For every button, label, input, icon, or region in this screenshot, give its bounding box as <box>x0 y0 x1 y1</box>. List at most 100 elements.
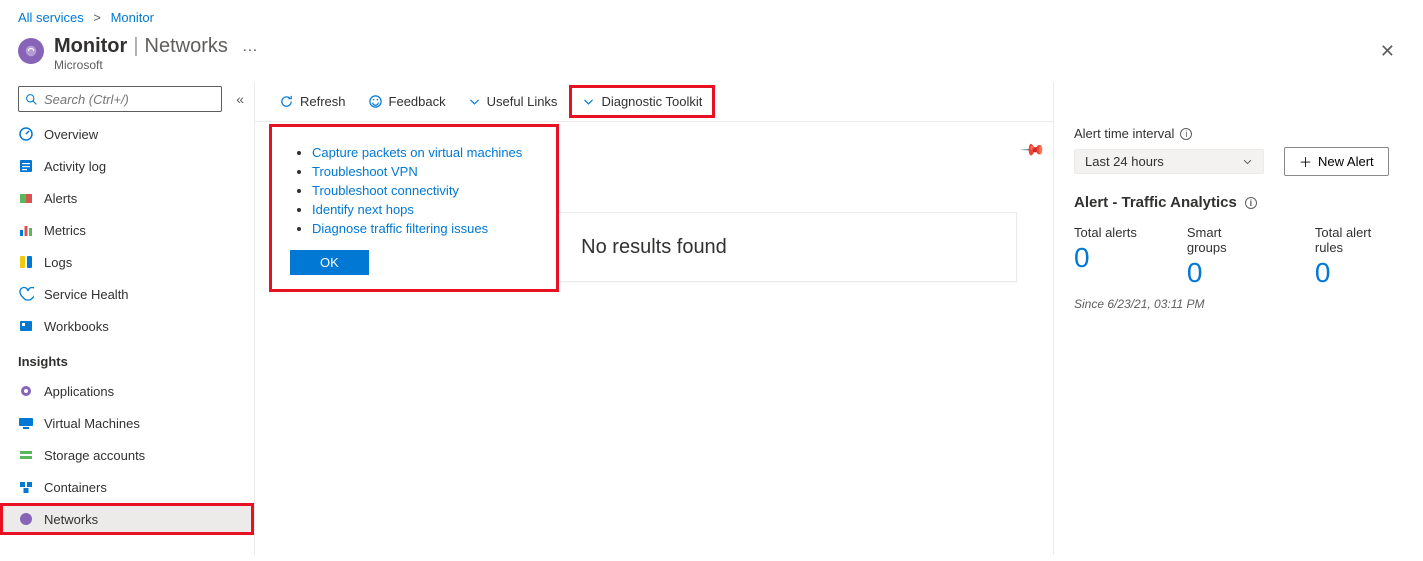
sidebar-item-label: Networks <box>44 512 98 527</box>
service-health-icon <box>18 286 34 302</box>
chevron-down-icon <box>1242 156 1253 167</box>
search-input[interactable] <box>44 92 215 107</box>
popup-link-troubleshoot-connectivity[interactable]: Troubleshoot connectivity <box>312 183 459 198</box>
metric-smart-groups: Smart groups 0 <box>1187 225 1265 289</box>
sidebar-item-containers[interactable]: Containers <box>0 471 254 503</box>
networks-icon <box>18 511 34 527</box>
workbooks-icon <box>18 318 34 334</box>
metric-total-alerts: Total alerts 0 <box>1074 225 1137 289</box>
popup-item: Troubleshoot VPN <box>312 162 538 181</box>
alerts-icon <box>18 190 34 206</box>
since-text: Since 6/23/21, 03:11 PM <box>1074 297 1403 311</box>
sidebar-item-label: Containers <box>44 480 107 495</box>
chevron-down-icon <box>468 95 481 108</box>
feedback-button[interactable]: Feedback <box>358 88 456 115</box>
monitor-app-icon <box>18 38 44 64</box>
metric-label: Total alert rules <box>1315 225 1403 255</box>
logs-icon <box>18 254 34 270</box>
sidebar-item-label: Logs <box>44 255 72 270</box>
virtual-machines-icon <box>18 415 34 431</box>
sidebar-item-storage-accounts[interactable]: Storage accounts <box>0 439 254 471</box>
close-icon[interactable]: ✕ <box>1370 35 1405 68</box>
diagnostic-toolkit-popup: Capture packets on virtual machines Trou… <box>269 124 559 292</box>
title-separator: | <box>133 35 138 58</box>
main-content: Refresh Feedback Useful Links Diagnostic… <box>255 82 1423 555</box>
useful-links-button[interactable]: Useful Links <box>458 88 568 115</box>
sidebar: « Overview Activity log Alerts Metrics L… <box>0 82 255 555</box>
metric-total-alert-rules: Total alert rules 0 <box>1315 225 1403 289</box>
popup-link-identify-next-hops[interactable]: Identify next hops <box>312 202 414 217</box>
applications-icon <box>18 383 34 399</box>
alert-interval-label: Alert time interval <box>1074 126 1174 141</box>
containers-icon <box>18 479 34 495</box>
sidebar-item-alerts[interactable]: Alerts <box>0 182 254 214</box>
sidebar-item-label: Activity log <box>44 159 106 174</box>
ok-button[interactable]: OK <box>290 250 369 275</box>
search-icon <box>25 93 38 106</box>
toolbar: Refresh Feedback Useful Links Diagnostic… <box>255 82 1053 122</box>
sidebar-section-insights: Insights <box>0 342 254 375</box>
sidebar-item-label: Workbooks <box>44 319 109 334</box>
collapse-sidebar-icon[interactable]: « <box>230 91 250 107</box>
sidebar-item-activity-log[interactable]: Activity log <box>0 150 254 182</box>
sidebar-item-networks[interactable]: Networks <box>0 503 254 535</box>
popup-link-diagnose-traffic[interactable]: Diagnose traffic filtering issues <box>312 221 488 236</box>
sidebar-item-applications[interactable]: Applications <box>0 375 254 407</box>
popup-link-capture-packets[interactable]: Capture packets on virtual machines <box>312 145 522 160</box>
alert-interval-value: Last 24 hours <box>1085 154 1164 169</box>
breadcrumb-separator: > <box>87 10 107 25</box>
sidebar-item-label: Storage accounts <box>44 448 145 463</box>
feedback-label: Feedback <box>389 94 446 109</box>
refresh-button[interactable]: Refresh <box>269 88 356 115</box>
sidebar-item-label: Virtual Machines <box>44 416 140 431</box>
overview-icon <box>18 126 34 142</box>
info-icon[interactable]: i <box>1245 197 1257 209</box>
sidebar-item-label: Service Health <box>44 287 129 302</box>
breadcrumb-root[interactable]: All services <box>18 10 84 25</box>
alert-interval-select[interactable]: Last 24 hours <box>1074 149 1264 174</box>
alert-section-title: Alert - Traffic Analytics <box>1074 194 1237 211</box>
popup-item: Diagnose traffic filtering issues <box>312 219 538 238</box>
activity-log-icon <box>18 158 34 174</box>
search-input-wrap[interactable] <box>18 86 222 112</box>
sidebar-item-label: Metrics <box>44 223 86 238</box>
metric-label: Total alerts <box>1074 225 1137 240</box>
popup-item: Troubleshoot connectivity <box>312 181 538 200</box>
sidebar-item-workbooks[interactable]: Workbooks <box>0 310 254 342</box>
page-section: Networks <box>145 35 228 58</box>
info-icon[interactable]: i <box>1180 128 1192 140</box>
sidebar-item-label: Overview <box>44 127 98 142</box>
metric-value[interactable]: 0 <box>1315 257 1403 289</box>
breadcrumb-current[interactable]: Monitor <box>111 10 154 25</box>
refresh-label: Refresh <box>300 94 346 109</box>
sidebar-item-virtual-machines[interactable]: Virtual Machines <box>0 407 254 439</box>
sidebar-item-metrics[interactable]: Metrics <box>0 214 254 246</box>
page-subtitle: Microsoft <box>54 58 258 72</box>
sidebar-item-service-health[interactable]: Service Health <box>0 278 254 310</box>
popup-item: Identify next hops <box>312 200 538 219</box>
sidebar-item-overview[interactable]: Overview <box>0 118 254 150</box>
metric-value[interactable]: 0 <box>1187 257 1265 289</box>
feedback-icon <box>368 94 383 109</box>
alerts-panel: Alert time interval i Last 24 hours ＋ Ne… <box>1053 82 1423 555</box>
more-menu-icon[interactable]: … <box>234 38 258 56</box>
metric-value[interactable]: 0 <box>1074 242 1137 274</box>
page-title: Monitor <box>54 35 127 58</box>
page-header: Monitor | Networks … Microsoft ✕ <box>0 29 1423 82</box>
refresh-icon <box>279 94 294 109</box>
storage-accounts-icon <box>18 447 34 463</box>
metric-label: Smart groups <box>1187 225 1265 255</box>
sidebar-item-logs[interactable]: Logs <box>0 246 254 278</box>
new-alert-button[interactable]: ＋ New Alert <box>1284 147 1389 176</box>
plus-icon: ＋ <box>1299 152 1312 171</box>
metrics-icon <box>18 222 34 238</box>
diagnostic-toolkit-button[interactable]: Diagnostic Toolkit <box>569 85 715 118</box>
useful-links-label: Useful Links <box>487 94 558 109</box>
new-alert-label: New Alert <box>1318 154 1374 169</box>
sidebar-item-label: Alerts <box>44 191 77 206</box>
pin-icon[interactable]: 📌 <box>1019 136 1047 164</box>
sidebar-item-label: Applications <box>44 384 114 399</box>
chevron-down-icon <box>582 95 595 108</box>
breadcrumb: All services > Monitor <box>0 0 1423 29</box>
popup-link-troubleshoot-vpn[interactable]: Troubleshoot VPN <box>312 164 418 179</box>
